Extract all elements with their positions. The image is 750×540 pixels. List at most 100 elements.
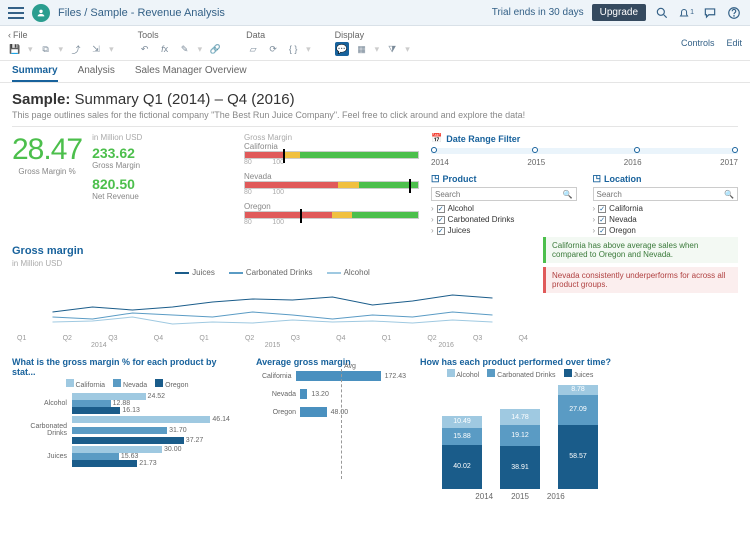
search-icon[interactable]: 🔍 bbox=[724, 190, 734, 199]
bar bbox=[72, 453, 119, 460]
kpi-net-revenue: 820.50Net Revenue bbox=[92, 176, 142, 201]
menu-icon[interactable] bbox=[8, 7, 24, 19]
toolbar-display: Display 💬 ▦▾ ⧩▾ bbox=[335, 30, 410, 60]
line-plot bbox=[12, 277, 533, 332]
toolbar-file: ‹File 💾▾ ⧉▾ ⤴ ⇲▾ bbox=[8, 30, 114, 60]
stack-column: 38.9119.1214.78 bbox=[500, 409, 540, 489]
grid-icon[interactable]: ▦ bbox=[355, 42, 369, 56]
toolbar-data: Data ▱ ⟳ { }▾ bbox=[246, 30, 311, 60]
bar bbox=[296, 371, 381, 381]
tab-sales-manager[interactable]: Sales Manager Overview bbox=[135, 65, 247, 82]
edit-link[interactable]: Edit bbox=[726, 38, 742, 48]
stack-segment: 27.09 bbox=[558, 395, 598, 425]
cube-icon: ◳ bbox=[431, 173, 440, 184]
chat-icon[interactable] bbox=[702, 5, 718, 21]
bookmark-icon[interactable]: ⧩ bbox=[385, 42, 399, 56]
bar bbox=[72, 427, 167, 434]
link-icon[interactable]: 🔗 bbox=[208, 42, 222, 56]
filter-item[interactable]: ›✓California bbox=[593, 204, 739, 213]
stack-segment: 38.91 bbox=[500, 446, 540, 489]
slider-row: California80100 bbox=[244, 142, 419, 166]
bar bbox=[72, 400, 111, 407]
share-icon[interactable]: ⤴ bbox=[69, 42, 83, 56]
search-icon[interactable] bbox=[654, 5, 670, 21]
page-subtitle: This page outlines sales for the fiction… bbox=[12, 110, 738, 120]
kpi-block: 28.47 Gross Margin % in Million USD 233.… bbox=[12, 133, 232, 237]
slider-track[interactable] bbox=[244, 151, 419, 159]
page-title: Sample: Sample: Summary Q1 (2014) – Q4 (… bbox=[12, 91, 738, 108]
bar bbox=[72, 446, 162, 453]
filters-panel: 📅Date Range Filter 2014201520162017 ◳Pro… bbox=[431, 133, 738, 237]
callouts: California has above average sales when … bbox=[543, 237, 738, 349]
search-icon[interactable]: 🔍 bbox=[563, 190, 573, 199]
stack-segment: 15.88 bbox=[442, 428, 482, 445]
callout-positive: California has above average sales when … bbox=[543, 237, 738, 263]
bar bbox=[72, 460, 137, 467]
controls-link[interactable]: Controls bbox=[681, 38, 715, 48]
toolbar-tools: Tools ↶ fx ✎▾ 🔗 bbox=[138, 30, 223, 60]
product-search[interactable]: 🔍 bbox=[431, 187, 577, 201]
formula-icon[interactable]: fx bbox=[158, 42, 172, 56]
filter-item[interactable]: ›✓Juices bbox=[431, 226, 577, 235]
product-filter: ◳Product 🔍 ›✓Alcohol›✓Carbonated Drinks›… bbox=[431, 173, 577, 237]
slider-track[interactable] bbox=[244, 211, 419, 219]
stack-column: 40.0215.8810.49 bbox=[442, 416, 482, 489]
slider-row: Nevada80100 bbox=[244, 172, 419, 196]
copy-icon[interactable]: ⧉ bbox=[39, 42, 53, 56]
filter-item[interactable]: ›✓Oregon bbox=[593, 226, 739, 235]
toolbar: ‹File 💾▾ ⧉▾ ⤴ ⇲▾ Tools ↶ fx ✎▾ 🔗 Data ▱ … bbox=[0, 26, 750, 61]
vars-icon[interactable]: { } bbox=[286, 42, 300, 56]
bar bbox=[300, 407, 327, 417]
save-icon[interactable]: 💾 bbox=[8, 42, 22, 56]
refresh-icon[interactable]: ⟳ bbox=[266, 42, 280, 56]
checkbox[interactable]: ✓ bbox=[598, 227, 606, 235]
bar bbox=[72, 416, 210, 423]
checkbox[interactable]: ✓ bbox=[437, 216, 445, 224]
bar bbox=[300, 389, 307, 399]
filter-item[interactable]: ›✓Nevada bbox=[593, 215, 739, 224]
stack-segment: 14.78 bbox=[500, 409, 540, 425]
breadcrumb-root[interactable]: Files bbox=[58, 7, 81, 19]
notifications-icon[interactable]: 1 bbox=[678, 5, 694, 21]
location-filter: ◳Location 🔍 ›✓California›✓Nevada›✓Oregon bbox=[593, 173, 739, 237]
filter-item[interactable]: ›✓Alcohol bbox=[431, 204, 577, 213]
location-search[interactable]: 🔍 bbox=[593, 187, 739, 201]
breadcrumb-current[interactable]: Sample - Revenue Analysis bbox=[90, 7, 225, 19]
stack-segment: 8.78 bbox=[558, 385, 598, 395]
stack-segment: 58.57 bbox=[558, 425, 598, 489]
stacked-bar-chart: How has each product performed over time… bbox=[420, 357, 620, 501]
filter-icon[interactable]: ▱ bbox=[246, 42, 260, 56]
slider-track[interactable] bbox=[244, 181, 419, 189]
filter-item[interactable]: ›✓Carbonated Drinks bbox=[431, 215, 577, 224]
upgrade-button[interactable]: Upgrade bbox=[592, 4, 646, 21]
undo-icon[interactable]: ↶ bbox=[138, 42, 152, 56]
grouped-bar-chart: What is the gross margin % for each prod… bbox=[12, 357, 242, 501]
tab-analysis[interactable]: Analysis bbox=[78, 65, 115, 82]
callout-negative: Nevada consistently underperforms for ac… bbox=[543, 267, 738, 293]
comment-icon[interactable]: 💬 bbox=[335, 42, 349, 56]
checkbox[interactable]: ✓ bbox=[437, 205, 445, 213]
edit-icon[interactable]: ✎ bbox=[178, 42, 192, 56]
stack-segment: 19.12 bbox=[500, 425, 540, 446]
tab-summary[interactable]: Summary bbox=[12, 65, 58, 82]
date-range-slider[interactable] bbox=[431, 148, 738, 154]
line-legend: Juices Carbonated Drinks Alcohol bbox=[12, 268, 533, 277]
export-icon[interactable]: ⇲ bbox=[89, 42, 103, 56]
stack-segment: 10.49 bbox=[442, 416, 482, 428]
slider-row: Oregon80100 bbox=[244, 202, 419, 226]
avg-gross-margin-chart: Average gross margin Avg California172.4… bbox=[256, 357, 406, 501]
sliders-block: Gross Margin California80100Nevada80100O… bbox=[244, 133, 419, 237]
checkbox[interactable]: ✓ bbox=[598, 205, 606, 213]
stack-column: 58.5727.098.78 bbox=[558, 385, 598, 489]
page-tabs: Summary Analysis Sales Manager Overview bbox=[0, 61, 750, 83]
breadcrumb[interactable]: Files / Sample - Revenue Analysis bbox=[58, 7, 225, 19]
checkbox[interactable]: ✓ bbox=[598, 216, 606, 224]
gross-margin-line-chart: Gross margin in Million USD Juices Carbo… bbox=[12, 245, 533, 349]
trial-text: Trial ends in 30 days bbox=[492, 7, 584, 18]
help-icon[interactable] bbox=[726, 5, 742, 21]
avatar[interactable] bbox=[32, 4, 50, 22]
back-icon[interactable]: ‹ bbox=[8, 30, 11, 40]
bar bbox=[72, 407, 120, 414]
kpi-gross-margin: 233.62Gross Margin bbox=[92, 145, 142, 170]
checkbox[interactable]: ✓ bbox=[437, 227, 445, 235]
